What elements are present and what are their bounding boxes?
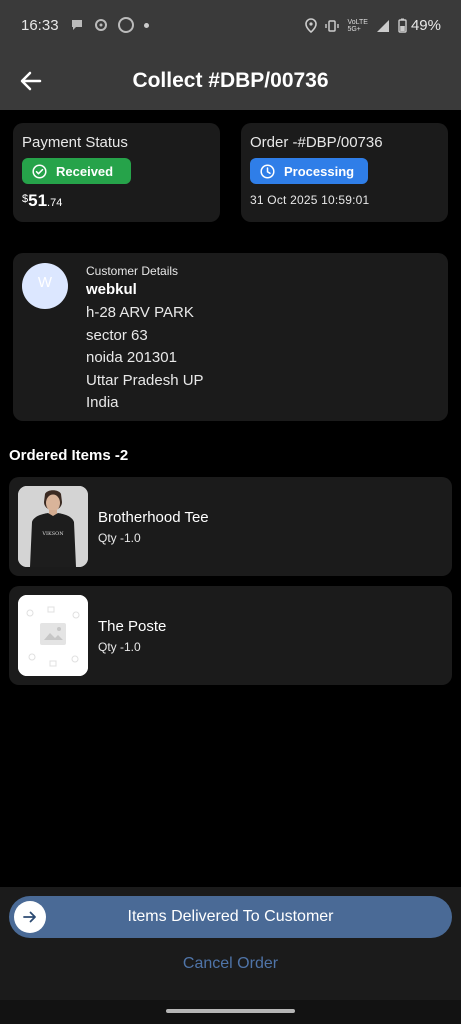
product-image: VIKSON: [18, 486, 88, 567]
network-top-text: VoLTE: [347, 18, 368, 26]
status-bar: 16:33 VoLTE 5G+ 49%: [0, 0, 461, 52]
vibrate-icon: [325, 19, 340, 32]
customer-avatar: W: [22, 263, 68, 309]
customer-details-card: W Customer Details webkul h-28 ARV PARK …: [13, 253, 448, 421]
notification-icons: [70, 17, 149, 33]
image-placeholder-icon: [18, 595, 88, 676]
check-circle-icon: [32, 163, 47, 179]
item-name: The Poste: [98, 618, 167, 635]
amount-main: 51: [28, 191, 48, 210]
address-line: Uttar Pradesh UP: [86, 371, 204, 389]
status-time: 16:33: [21, 17, 59, 34]
item-quantity: Qty -1.0: [98, 640, 141, 654]
battery-icon: [398, 18, 407, 33]
arrow-circle: [14, 901, 46, 933]
customer-details-title: Customer Details: [86, 264, 179, 278]
battery: 49%: [398, 17, 441, 34]
payment-status-card: Payment Status Received $51.74: [13, 123, 220, 222]
order-status-badge: Processing: [250, 158, 368, 184]
address-line: sector 63: [86, 326, 148, 344]
signal-icon: [376, 19, 389, 32]
message-icon: [72, 20, 82, 30]
clock-icon: [260, 163, 275, 179]
product-image: [18, 595, 88, 676]
address-line: h-28 ARV PARK: [86, 304, 194, 321]
customer-name: webkul: [86, 281, 137, 298]
system-icons: VoLTE 5G+ 49%: [305, 17, 441, 34]
svg-text:VIKSON: VIKSON: [41, 531, 64, 537]
item-name: Brotherhood Tee: [98, 509, 209, 526]
order-date: 31 Oct 2025 10:59:01: [250, 193, 370, 207]
arrow-right-icon: [23, 911, 36, 923]
payment-status-badge: Received: [22, 158, 131, 184]
address-line: India: [86, 394, 119, 411]
items-delivered-button[interactable]: Items Delivered To Customer: [9, 896, 452, 938]
page-title: Collect #DBP/00736: [132, 69, 329, 92]
order-status-text: Processing: [284, 163, 355, 179]
location-icon: [305, 18, 318, 33]
currency-symbol: $: [22, 193, 29, 205]
items-delivered-label: Items Delivered To Customer: [127, 908, 334, 925]
address-line: noida 201301: [86, 349, 177, 366]
list-item[interactable]: The Poste Qty -1.0: [9, 586, 452, 685]
list-item[interactable]: VIKSON Brotherhood Tee Qty -1.0: [9, 477, 452, 576]
payment-status-text: Received: [56, 163, 114, 179]
tshirt-model-image: VIKSON: [18, 486, 88, 567]
network-label: VoLTE 5G+: [347, 19, 368, 33]
ordered-items-title: Ordered Items -2: [9, 447, 129, 464]
order-status-card: Order -#DBP/00736 Processing 31 Oct 2025…: [241, 123, 448, 222]
app-bar: Collect #DBP/00736: [0, 52, 461, 110]
cancel-order-button[interactable]: Cancel Order: [0, 955, 461, 973]
app-icon: [118, 17, 134, 33]
home-indicator[interactable]: [166, 1009, 295, 1013]
more-dot-icon: [144, 22, 149, 28]
order-number-label: Order -#DBP/00736: [250, 134, 383, 151]
bottom-action-bar: Items Delivered To Customer Cancel Order: [0, 887, 461, 1000]
payment-status-label: Payment Status: [22, 134, 128, 151]
payment-amount: $51.74: [22, 191, 62, 211]
battery-percent: 49%: [410, 17, 441, 34]
amount-cents: .74: [47, 197, 63, 209]
network-bottom-text: 5G+: [347, 25, 361, 33]
settings-icon: [95, 19, 107, 31]
customer-info: Customer Details webkul h-28 ARV PARK se…: [86, 264, 204, 415]
item-quantity: Qty -1.0: [98, 531, 141, 545]
